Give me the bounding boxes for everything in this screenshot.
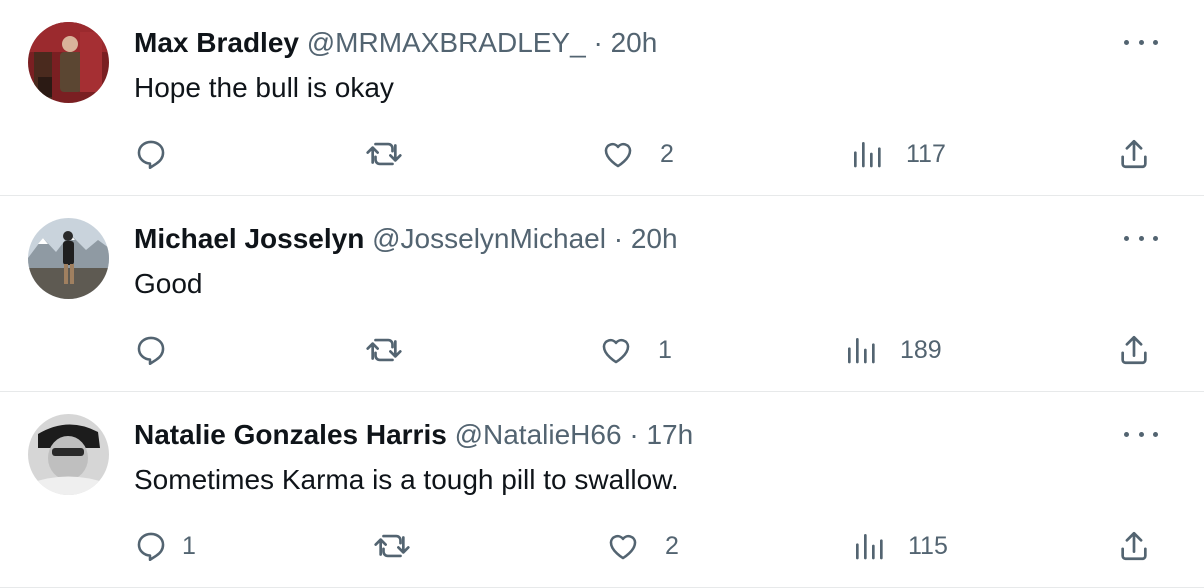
share-icon xyxy=(1121,139,1147,169)
reply-count: 1 xyxy=(182,531,196,560)
reply-icon xyxy=(137,532,165,562)
heart-icon xyxy=(609,534,637,560)
views-icon xyxy=(854,142,881,168)
reply-icon xyxy=(137,140,165,170)
author-name[interactable]: Michael Josselyn xyxy=(134,223,364,254)
tweet-text: Good xyxy=(134,268,203,299)
tweet[interactable]: Michael Josselyn @JosselynMichael · 20h … xyxy=(0,196,1204,392)
like-button[interactable]: 2 xyxy=(600,134,674,174)
more-options-icon[interactable] xyxy=(1124,422,1158,446)
retweet-icon xyxy=(366,142,402,166)
timestamp[interactable]: 17h xyxy=(646,419,693,450)
like-button[interactable]: 1 xyxy=(598,330,672,370)
views-button[interactable]: 189 xyxy=(844,330,942,370)
avatar[interactable] xyxy=(28,218,109,299)
author-name[interactable]: Max Bradley xyxy=(134,27,299,58)
like-button[interactable]: 2 xyxy=(605,526,679,566)
reply-icon xyxy=(137,336,165,366)
author-handle[interactable]: @MRMAXBRADLEY_ xyxy=(307,27,586,58)
tweet-text: Hope the bull is okay xyxy=(134,72,394,103)
tweet[interactable]: Natalie Gonzales Harris @NatalieH66 · 17… xyxy=(0,392,1204,588)
timestamp[interactable]: 20h xyxy=(611,27,658,58)
retweet-icon xyxy=(374,534,410,558)
retweet-icon xyxy=(366,338,402,362)
tweet[interactable]: Max Bradley @MRMAXBRADLEY_ · 20h Hope th… xyxy=(0,0,1204,196)
like-count: 1 xyxy=(658,335,672,364)
avatar[interactable] xyxy=(28,22,109,103)
tweet-header: Natalie Gonzales Harris @NatalieH66 · 17… xyxy=(134,418,693,452)
reply-button[interactable]: 1 xyxy=(134,526,196,566)
separator-dot: · xyxy=(629,419,639,450)
views-icon xyxy=(856,534,883,560)
heart-icon xyxy=(604,142,632,168)
tweet-actions: 1 2 115 xyxy=(0,526,1204,566)
share-icon xyxy=(1121,335,1147,365)
reply-button[interactable] xyxy=(134,134,192,174)
author-handle[interactable]: @JosselynMichael xyxy=(372,223,606,254)
views-button[interactable]: 117 xyxy=(850,134,946,174)
views-button[interactable]: 115 xyxy=(852,526,948,566)
like-count: 2 xyxy=(665,531,679,560)
views-icon xyxy=(848,338,875,364)
tweet-header: Max Bradley @MRMAXBRADLEY_ · 20h xyxy=(134,26,657,60)
retweet-button[interactable] xyxy=(364,134,428,174)
like-count: 2 xyxy=(660,139,674,168)
tweet-header: Michael Josselyn @JosselynMichael · 20h xyxy=(134,222,678,256)
timestamp[interactable]: 20h xyxy=(631,223,678,254)
reply-button[interactable] xyxy=(134,330,192,370)
more-options-icon[interactable] xyxy=(1124,226,1158,250)
share-button[interactable] xyxy=(1117,330,1151,370)
more-options-icon[interactable] xyxy=(1124,30,1158,54)
share-button[interactable] xyxy=(1117,526,1151,566)
share-icon xyxy=(1121,531,1147,561)
view-count: 117 xyxy=(906,139,946,168)
author-handle[interactable]: @NatalieH66 xyxy=(455,419,622,450)
retweet-button[interactable] xyxy=(364,330,428,370)
tweet-text: Sometimes Karma is a tough pill to swall… xyxy=(134,464,679,495)
share-button[interactable] xyxy=(1117,134,1151,174)
tweet-actions: 2 117 xyxy=(0,134,1204,174)
view-count: 189 xyxy=(900,335,942,364)
view-count: 115 xyxy=(908,531,948,560)
tweet-actions: 1 189 xyxy=(0,330,1204,370)
retweet-button[interactable] xyxy=(372,526,436,566)
avatar[interactable] xyxy=(28,414,109,495)
author-name[interactable]: Natalie Gonzales Harris xyxy=(134,419,447,450)
separator-dot: · xyxy=(613,223,624,254)
heart-icon xyxy=(602,338,630,364)
separator-dot: · xyxy=(593,27,603,58)
